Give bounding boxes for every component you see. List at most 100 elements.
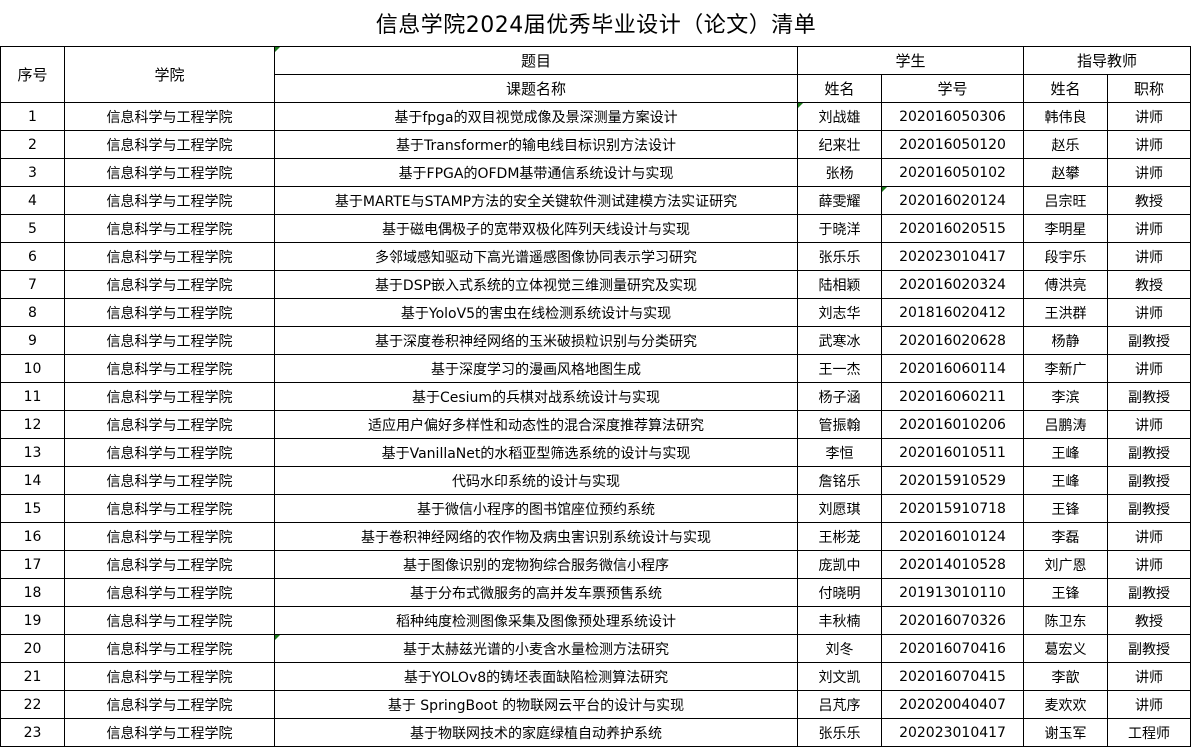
table-row: 8 信息科学与工程学院 基于YoloV5的害虫在线检测系统设计与实现 刘志华 20181… — [0, 298, 1192, 327]
row-student-id-cell: 202014010528 — [880, 550, 1025, 579]
row-seq-cell: 15 — [0, 494, 65, 523]
row-student-name-cell: 刘愿琪 — [797, 494, 882, 523]
row-topic-cell: 基于物联网技术的家庭绿植自动养护系统 — [274, 718, 798, 747]
row-seq-cell: 4 — [0, 186, 65, 215]
row-advisor-title-cell: 讲师 — [1107, 298, 1192, 327]
row-seq-cell: 9 — [0, 326, 65, 355]
table-row: 6 信息科学与工程学院 多邻域感知驱动下高光谱遥感图像协同表示学习研究 张乐乐 2020… — [0, 242, 1192, 271]
row-advisor-title-cell: 讲师 — [1107, 102, 1192, 131]
row-student-name-cell: 丰秋楠 — [797, 606, 882, 635]
row-seq-cell: 18 — [0, 578, 65, 607]
header-topic-group: 题目 — [274, 46, 798, 75]
row-student-name-cell: 王彬茏 — [797, 522, 882, 551]
table-row: 5 信息科学与工程学院 基于磁电偶极子的宽带双极化阵列天线设计与实现 于晓洋 20201… — [0, 214, 1192, 243]
row-student-name-cell: 吕芃序 — [797, 690, 882, 719]
row-student-name-cell: 杨子涵 — [797, 382, 882, 411]
row-topic-cell: 代码水印系统的设计与实现 — [274, 466, 798, 495]
row-advisor-name-cell: 段宇乐 — [1023, 242, 1109, 271]
row-student-id-cell: 202016050102 — [880, 158, 1025, 187]
row-advisor-name-cell: 麦欢欢 — [1023, 690, 1109, 719]
row-advisor-title-cell: 讲师 — [1107, 522, 1192, 551]
row-seq-cell: 22 — [0, 690, 65, 719]
row-college-cell: 信息科学与工程学院 — [64, 382, 275, 411]
row-student-id-cell: 202016020324 — [880, 270, 1025, 299]
row-student-id-cell: 201816020412 — [880, 298, 1025, 327]
row-topic-cell: 基于微信小程序的图书馆座位预约系统 — [274, 494, 798, 523]
row-advisor-name-cell: 李明星 — [1023, 214, 1109, 243]
row-advisor-title-cell: 讲师 — [1107, 690, 1192, 719]
row-student-name-cell: 于晓洋 — [797, 214, 882, 243]
row-advisor-title-cell: 教授 — [1107, 270, 1192, 299]
row-seq-cell: 13 — [0, 438, 65, 467]
row-seq-cell: 8 — [0, 298, 65, 327]
row-topic-cell: 基于磁电偶极子的宽带双极化阵列天线设计与实现 — [274, 214, 798, 243]
row-college-cell: 信息科学与工程学院 — [64, 550, 275, 579]
row-college-cell: 信息科学与工程学院 — [64, 298, 275, 327]
row-advisor-title-cell: 副教授 — [1107, 382, 1192, 411]
row-topic-cell: 基于fpga的双目视觉成像及景深测量方案设计 — [274, 102, 798, 131]
row-student-name-cell: 刘志华 — [797, 298, 882, 327]
row-seq-cell: 20 — [0, 634, 65, 663]
row-topic-cell: 基于MARTE与STAMP方法的安全关键软件测试建模方法实证研究 — [274, 186, 798, 215]
row-student-name-cell: 张乐乐 — [797, 242, 882, 271]
row-student-id-cell: 202016010206 — [880, 410, 1025, 439]
row-college-cell: 信息科学与工程学院 — [64, 438, 275, 467]
row-student-name-cell: 刘文凯 — [797, 662, 882, 691]
row-college-cell: 信息科学与工程学院 — [64, 242, 275, 271]
row-topic-cell: 基于卷积神经网络的农作物及病虫害识别系统设计与实现 — [274, 522, 798, 551]
table-row: 9 信息科学与工程学院 基于深度卷积神经网络的玉米破损粒识别与分类研究 武寒冰 2020… — [0, 326, 1192, 355]
row-advisor-title-cell: 副教授 — [1107, 438, 1192, 467]
row-topic-cell: 基于Cesium的兵棋对战系统设计与实现 — [274, 382, 798, 411]
row-seq-cell: 23 — [0, 718, 65, 747]
table-row: 15 信息科学与工程学院 基于微信小程序的图书馆座位预约系统 刘愿琪 202015910… — [0, 494, 1192, 523]
row-advisor-name-cell: 刘广恩 — [1023, 550, 1109, 579]
row-college-cell: 信息科学与工程学院 — [64, 270, 275, 299]
table-row: 3 信息科学与工程学院 基于FPGA的OFDM基带通信系统设计与实现 张杨 202016… — [0, 158, 1192, 187]
row-advisor-name-cell: 李磊 — [1023, 522, 1109, 551]
row-college-cell: 信息科学与工程学院 — [64, 578, 275, 607]
row-seq-cell: 17 — [0, 550, 65, 579]
row-seq-cell: 11 — [0, 382, 65, 411]
row-advisor-name-cell: 王峰 — [1023, 438, 1109, 467]
row-seq-cell: 21 — [0, 662, 65, 691]
row-topic-cell: 基于FPGA的OFDM基带通信系统设计与实现 — [274, 158, 798, 187]
row-topic-cell: 基于YoloV5的害虫在线检测系统设计与实现 — [274, 298, 798, 327]
table-row: 7 信息科学与工程学院 基于DSP嵌入式系统的立体视觉三维测量研究及实现 陆相颖 202… — [0, 270, 1192, 299]
row-college-cell: 信息科学与工程学院 — [64, 606, 275, 635]
row-topic-cell: 基于图像识别的宠物狗综合服务微信小程序 — [274, 550, 798, 579]
row-student-name-cell: 张杨 — [797, 158, 882, 187]
row-student-id-cell: 202016070326 — [880, 606, 1025, 635]
row-college-cell: 信息科学与工程学院 — [64, 354, 275, 383]
table-row: 13 信息科学与工程学院 基于VanillaNet的水稻亚型筛选系统的设计与实现 李恒… — [0, 438, 1192, 467]
row-student-id-cell: 202016010511 — [880, 438, 1025, 467]
table-body: 1 信息科学与工程学院 基于fpga的双目视觉成像及景深测量方案设计 刘战雄 20201… — [0, 102, 1192, 747]
table-row: 1 信息科学与工程学院 基于fpga的双目视觉成像及景深测量方案设计 刘战雄 20201… — [0, 102, 1192, 131]
row-student-name-cell: 刘战雄 — [797, 102, 882, 131]
row-student-name-cell: 庞凯中 — [797, 550, 882, 579]
header-advisor-title: 职称 — [1107, 74, 1192, 103]
table-row: 23 信息科学与工程学院 基于物联网技术的家庭绿植自动养护系统 张乐乐 20202301… — [0, 718, 1192, 747]
row-college-cell: 信息科学与工程学院 — [64, 494, 275, 523]
row-topic-cell: 稻种纯度检测图像采集及图像预处理系统设计 — [274, 606, 798, 635]
row-student-id-cell: 202015910529 — [880, 466, 1025, 495]
row-student-id-cell: 202016050306 — [880, 102, 1025, 131]
row-seq-cell: 10 — [0, 354, 65, 383]
row-student-name-cell: 詹铭乐 — [797, 466, 882, 495]
row-advisor-title-cell: 副教授 — [1107, 466, 1192, 495]
row-topic-cell: 基于 SpringBoot 的物联网云平台的设计与实现 — [274, 690, 798, 719]
header-topic: 课题名称 — [274, 74, 798, 103]
row-seq-cell: 7 — [0, 270, 65, 299]
table-row: 11 信息科学与工程学院 基于Cesium的兵棋对战系统设计与实现 杨子涵 202016… — [0, 382, 1192, 411]
row-topic-cell: 基于DSP嵌入式系统的立体视觉三维测量研究及实现 — [274, 270, 798, 299]
row-advisor-title-cell: 副教授 — [1107, 494, 1192, 523]
header-advisor-group: 指导教师 — [1023, 46, 1192, 75]
row-advisor-name-cell: 王峰 — [1023, 466, 1109, 495]
row-advisor-name-cell: 王洪群 — [1023, 298, 1109, 327]
row-advisor-title-cell: 讲师 — [1107, 158, 1192, 187]
row-student-name-cell: 刘冬 — [797, 634, 882, 663]
row-student-id-cell: 202016070416 — [880, 634, 1025, 663]
row-advisor-name-cell: 陈卫东 — [1023, 606, 1109, 635]
row-student-id-cell: 202023010417 — [880, 718, 1025, 747]
row-college-cell: 信息科学与工程学院 — [64, 662, 275, 691]
row-student-name-cell: 薛雯耀 — [797, 186, 882, 215]
